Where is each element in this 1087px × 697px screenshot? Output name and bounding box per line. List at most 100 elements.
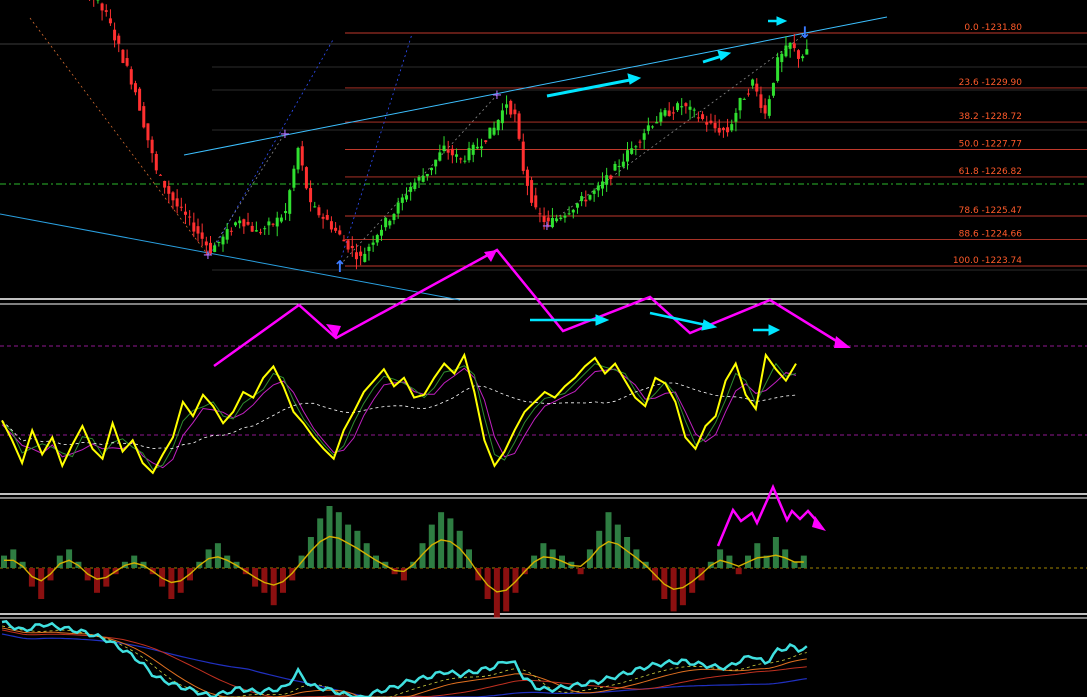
candle-body xyxy=(484,140,488,143)
candle-body xyxy=(138,88,142,111)
histogram-bar xyxy=(214,543,221,568)
candle-body xyxy=(680,106,684,108)
candle-body xyxy=(363,253,367,262)
histogram-bar xyxy=(540,543,547,568)
fib-level-label: 88.6 -1224.66 xyxy=(959,229,1023,239)
candle-body xyxy=(500,110,504,124)
candle-body xyxy=(113,29,117,41)
candle-body xyxy=(651,126,655,128)
candle-body xyxy=(684,103,688,107)
candle-body xyxy=(676,103,680,111)
histogram-bar xyxy=(754,543,761,568)
candle-body xyxy=(229,230,233,232)
candle-body xyxy=(371,242,375,245)
candle-body xyxy=(425,173,429,177)
candle-body xyxy=(104,10,108,12)
candle-body xyxy=(409,186,413,192)
candle-body xyxy=(742,98,746,100)
chart-stage: 0.0 -1231.80 23.6 -1229.90 38.2 -1228.72 50… xyxy=(0,0,1087,697)
candle-body xyxy=(605,175,609,185)
candle-body xyxy=(121,49,125,63)
candle-body xyxy=(571,209,575,213)
candle-body xyxy=(400,197,404,203)
candle-body xyxy=(163,180,167,188)
candle-body xyxy=(234,222,238,226)
candle-body xyxy=(692,109,696,111)
candle-body xyxy=(142,106,146,128)
candle-body xyxy=(117,35,121,44)
candle-body xyxy=(567,213,571,215)
candle-body xyxy=(250,225,254,232)
candle-body xyxy=(563,215,567,218)
candle-body xyxy=(655,122,659,124)
histogram-bar xyxy=(94,568,100,593)
candle-body xyxy=(154,154,158,171)
candle-body xyxy=(475,146,479,149)
candle-body xyxy=(129,69,133,85)
candle-body xyxy=(183,211,187,215)
candle-body xyxy=(288,190,292,214)
candle-body xyxy=(430,167,434,171)
candle-body xyxy=(175,198,179,207)
candle-body xyxy=(329,221,333,230)
candle-body xyxy=(254,230,258,232)
candle-body xyxy=(146,123,150,141)
candle-body xyxy=(776,57,780,81)
candle-body xyxy=(342,239,346,242)
swing-low-marker: + xyxy=(542,219,553,234)
candle-body xyxy=(204,241,208,246)
candle-body xyxy=(688,106,692,110)
candle-body xyxy=(801,56,805,59)
candle-body xyxy=(713,122,717,129)
candle-body xyxy=(300,146,304,166)
candle-body xyxy=(746,93,750,95)
histogram-bar xyxy=(484,568,491,599)
candle-body xyxy=(717,127,721,133)
candle-body xyxy=(780,53,784,63)
candle-body xyxy=(734,112,738,122)
candle-body xyxy=(359,251,363,256)
candle-body xyxy=(267,221,271,226)
candle-body xyxy=(133,83,137,93)
swing-low-marker: ↑ xyxy=(333,257,346,276)
fib-level-label: 100.0 -1223.74 xyxy=(953,256,1022,266)
candle-body xyxy=(596,185,600,191)
candle-body xyxy=(496,119,500,131)
candle-body xyxy=(505,104,509,108)
candle-body xyxy=(309,188,313,203)
candle-body xyxy=(438,152,442,161)
candle-body xyxy=(242,219,246,227)
candle-body xyxy=(705,122,709,125)
candle-body xyxy=(488,127,492,139)
candle-body xyxy=(555,218,559,222)
candle-body xyxy=(492,127,496,135)
candle-body xyxy=(263,228,267,230)
candle-body xyxy=(213,245,217,252)
fib-level-label: 0.0 -1231.80 xyxy=(964,23,1022,33)
histogram-bar xyxy=(345,524,352,568)
candle-body xyxy=(346,240,350,250)
swing-high-marker: + xyxy=(492,88,503,103)
candle-body xyxy=(275,217,279,227)
candle-body xyxy=(613,163,617,171)
fib-level-label: 61.8 -1226.82 xyxy=(959,167,1022,177)
candle-body xyxy=(759,94,763,108)
histogram-bar xyxy=(1,555,7,568)
candle-body xyxy=(125,58,129,66)
histogram-bar xyxy=(577,568,584,575)
candle-body xyxy=(442,145,446,152)
candle-body xyxy=(404,195,408,200)
candle-body xyxy=(379,229,383,236)
candle-body xyxy=(751,79,755,86)
histogram-bar xyxy=(131,555,138,568)
candle-body xyxy=(413,182,417,190)
candle-body xyxy=(588,195,592,200)
candle-body xyxy=(538,213,542,215)
candle-body xyxy=(634,146,638,148)
candle-body xyxy=(559,217,563,220)
fib-level-label: 78.6 -1225.47 xyxy=(959,206,1022,216)
candle-body xyxy=(530,180,534,203)
candle-body xyxy=(626,150,629,162)
candle-body xyxy=(325,215,329,220)
candle-body xyxy=(384,217,388,228)
